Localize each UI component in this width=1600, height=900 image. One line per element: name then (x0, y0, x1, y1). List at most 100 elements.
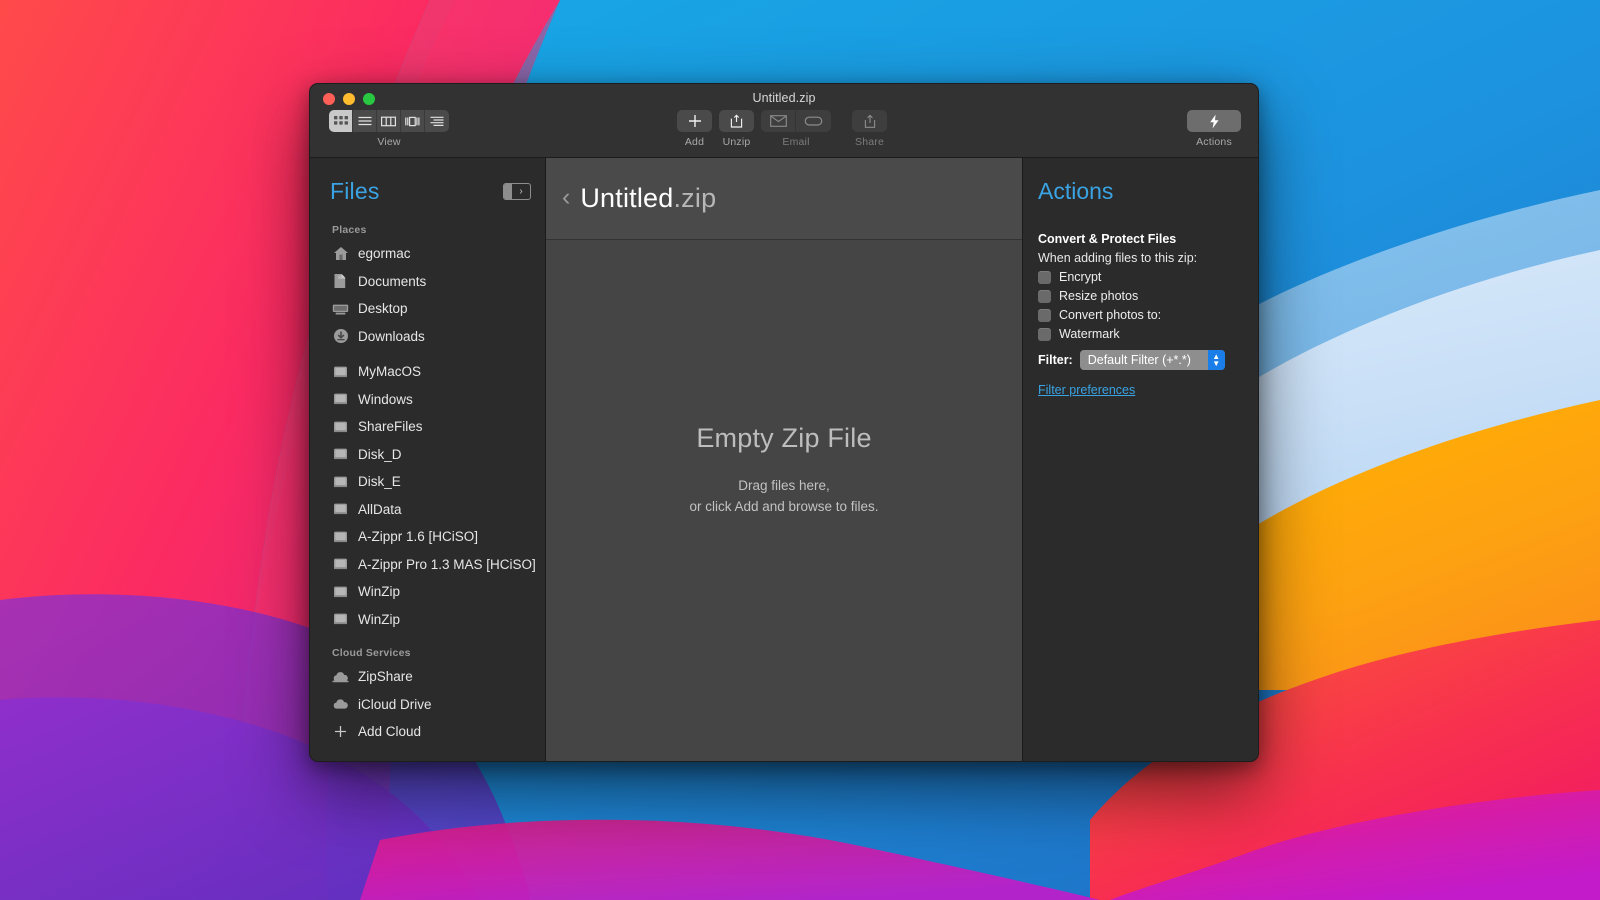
icon-grid-icon (334, 116, 348, 127)
sidebar-item-label: MyMacOS (358, 364, 421, 379)
unzip-button[interactable] (719, 110, 754, 132)
sidebar-item-winzip-2[interactable]: WinZip (310, 606, 545, 634)
sidebar-item-documents[interactable]: Documents (310, 268, 545, 296)
sidebar-item-label: A-Zippr Pro 1.3 MAS [HCiSO] (358, 557, 536, 572)
resize-photos-label: Resize photos (1059, 289, 1138, 303)
link-chain-icon (804, 115, 823, 127)
sidebar-item-sharefiles[interactable]: ShareFiles (310, 413, 545, 441)
documents-icon (332, 273, 349, 290)
filter-select[interactable]: Default Filter (+*.*) ▲▼ (1080, 350, 1225, 370)
sidebar-toggle-icon[interactable]: › (503, 183, 531, 200)
sidebar-item-egormac[interactable]: egormac (310, 240, 545, 268)
lightning-bolt-icon (1209, 114, 1220, 129)
convert-photos-checkbox[interactable] (1038, 309, 1051, 322)
sidebar-item-disk-d[interactable]: Disk_D (310, 441, 545, 469)
actions-panel-heading: Convert & Protect Files (1023, 205, 1258, 246)
sidebar-item-a-zippr-16[interactable]: A-Zippr 1.6 [HCiSO] (310, 523, 545, 551)
sidebar-header: Files › (310, 172, 545, 210)
checkbox-row-watermark[interactable]: Watermark (1023, 322, 1258, 341)
main-content: ‹ Untitled.zip Empty Zip File Drag files… (546, 158, 1022, 761)
sidebar-item-alldata[interactable]: AllData (310, 496, 545, 524)
sidebar-toggle-chevron: › (512, 184, 530, 199)
checkbox-row-resize-photos[interactable]: Resize photos (1023, 284, 1258, 303)
checkbox-row-encrypt[interactable]: Encrypt (1023, 265, 1258, 284)
chevron-left-icon[interactable]: ‹ (562, 183, 570, 212)
sidebar-item-desktop[interactable]: Desktop (310, 295, 545, 323)
sidebar-item-label: WinZip (358, 612, 400, 627)
cloud-icon (332, 696, 349, 713)
view-mode-list-view[interactable] (353, 110, 377, 132)
sidebar-item-label: Disk_D (358, 447, 402, 462)
actions-button[interactable] (1187, 110, 1241, 132)
drive-icon (332, 473, 349, 490)
share-button[interactable] (852, 110, 887, 132)
files-sidebar: Files › Places egormac (310, 158, 546, 761)
unzip-button-group[interactable]: Unzip (719, 110, 754, 148)
add-button-label: Add (685, 136, 704, 148)
view-mode-column-view[interactable] (377, 110, 401, 132)
empty-zip-drop-area[interactable]: Empty Zip File Drag files here, or click… (546, 240, 1022, 761)
drive-icon (332, 418, 349, 435)
add-button[interactable] (677, 110, 712, 132)
sidebar-item-zipshare[interactable]: ZipShare (310, 663, 545, 691)
sidebar-item-mymacos[interactable]: MyMacOS (310, 358, 545, 386)
window-titlebar: Untitled.zip (310, 84, 1258, 158)
view-control-label: View (377, 136, 400, 148)
convert-photos-label: Convert photos to: (1059, 308, 1161, 322)
empty-state-line-2: or click Add and browse to files. (689, 497, 878, 518)
sidebar-item-label: ShareFiles (358, 419, 423, 434)
resize-photos-checkbox[interactable] (1038, 290, 1051, 303)
sidebar-item-disk-e[interactable]: Disk_E (310, 468, 545, 496)
drive-icon (332, 363, 349, 380)
email-link-segmented[interactable] (761, 110, 831, 132)
sidebar-section-cloud-services: Cloud Services (310, 633, 545, 663)
view-mode-gallery-view[interactable] (401, 110, 425, 132)
plus-icon (332, 723, 349, 740)
sidebar-item-winzip-1[interactable]: WinZip (310, 578, 545, 606)
sidebar-item-icloud-drive[interactable]: iCloud Drive (310, 691, 545, 719)
actions-button-group[interactable]: Actions (1187, 110, 1241, 148)
share-button-group[interactable]: Share (852, 110, 887, 148)
home-icon (332, 245, 349, 262)
encrypt-label: Encrypt (1059, 270, 1101, 284)
checkbox-row-convert-photos[interactable]: Convert photos to: (1023, 303, 1258, 322)
sidebar-item-downloads[interactable]: Downloads (310, 323, 545, 351)
breadcrumb: ‹ Untitled.zip (546, 158, 1022, 240)
actions-panel-subheading: When adding files to this zip: (1023, 246, 1258, 265)
sidebar-item-label: iCloud Drive (358, 697, 432, 712)
add-button-group[interactable]: Add (677, 110, 712, 148)
share-button-label: Share (855, 136, 884, 148)
link-button[interactable] (796, 110, 831, 132)
email-button[interactable] (761, 110, 796, 132)
view-mode-icon-view[interactable] (329, 110, 353, 132)
sidebar-item-label: Documents (358, 274, 426, 289)
sidebar-item-label: WinZip (358, 584, 400, 599)
downloads-icon (332, 328, 349, 345)
filter-preferences-link[interactable]: Filter preferences (1023, 370, 1258, 397)
sidebar-item-a-zippr-pro[interactable]: A-Zippr Pro 1.3 MAS [HCiSO] (310, 551, 545, 579)
sidebar-item-label: AllData (358, 502, 402, 517)
cloud-icon (332, 668, 349, 685)
actions-button-label: Actions (1196, 136, 1232, 148)
watermark-checkbox[interactable] (1038, 328, 1051, 341)
view-segmented-control[interactable] (329, 110, 449, 132)
sidebar-section-places: Places (310, 210, 545, 240)
email-link-group: Email (761, 110, 831, 148)
drive-icon (332, 501, 349, 518)
plus-icon (688, 114, 702, 128)
chevron-updown-icon: ▲▼ (1208, 350, 1225, 370)
columns-icon (381, 116, 396, 127)
sidebar-item-windows[interactable]: Windows (310, 386, 545, 414)
sidebar-item-label: ZipShare (358, 669, 413, 684)
view-mode-flow-view[interactable] (425, 110, 449, 132)
encrypt-checkbox[interactable] (1038, 271, 1051, 284)
sidebar-item-add-cloud[interactable]: Add Cloud (310, 718, 545, 746)
breadcrumb-archive-name: Untitled.zip (580, 183, 716, 214)
drive-icon (332, 556, 349, 573)
sidebar-title: Files (330, 178, 380, 205)
drive-icon (332, 391, 349, 408)
empty-state-line-1: Drag files here, (689, 476, 878, 497)
email-button-label: Email (782, 136, 809, 148)
empty-state-title: Empty Zip File (696, 423, 871, 454)
sidebar-item-label: Windows (358, 392, 413, 407)
